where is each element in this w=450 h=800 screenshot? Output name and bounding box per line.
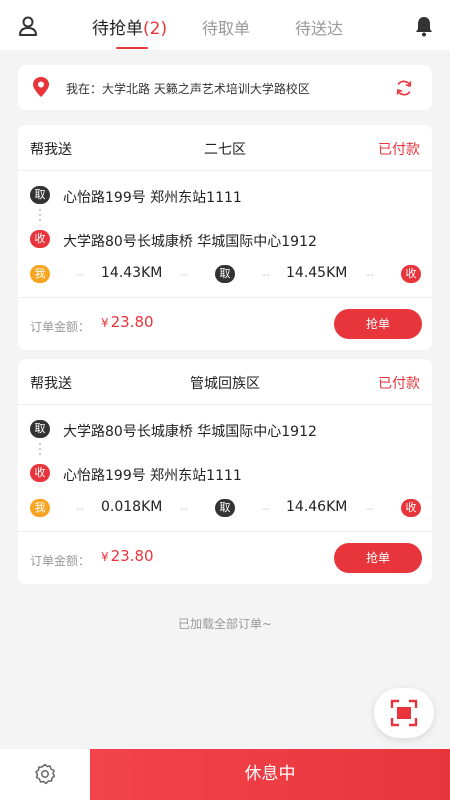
rest-status-button[interactable]: 休息中: [90, 749, 450, 800]
pickup-badge: 取: [30, 186, 50, 204]
card-divider: [18, 170, 432, 171]
tab-pending-pickup-label: 待取单: [202, 19, 251, 38]
distance-me-to-pickup: 14.43KM: [101, 265, 163, 281]
order-type: 帮我送: [30, 142, 72, 158]
currency-symbol: ¥: [101, 316, 109, 330]
dash: --: [366, 502, 374, 515]
current-location-bar: 我在：大学北路 天籁之声艺术培训大学路校区: [18, 65, 432, 110]
dash: --: [262, 502, 270, 515]
pickup-badge: 取: [30, 420, 50, 438]
tab-pending-grab-count: (2): [143, 19, 168, 39]
distance-me-to-pickup: 0.018KM: [101, 499, 163, 515]
delivery-badge: 收: [401, 265, 421, 283]
me-badge: 我: [30, 265, 50, 283]
active-tab-indicator: [116, 47, 148, 49]
user-icon[interactable]: [17, 15, 39, 37]
dash: --: [262, 268, 270, 281]
order-card[interactable]: 帮我送 管城回族区 已付款 取 大学路80号长城康桥 华城国际中心1912 收 …: [18, 359, 432, 584]
dash: --: [366, 268, 374, 281]
tab-pending-grab-label: 待抢单: [92, 19, 143, 39]
order-amount-value: 23.80: [110, 547, 154, 565]
grab-order-button[interactable]: 抢单: [334, 543, 422, 573]
dash: --: [76, 502, 84, 515]
pickup-address: 大学路80号长城康桥 华城国际中心1912: [63, 424, 317, 440]
scan-icon: [390, 699, 418, 727]
card-divider: [18, 404, 432, 405]
dash: --: [180, 502, 188, 515]
tab-pending-pickup[interactable]: 待取单: [202, 15, 250, 39]
delivery-address: 大学路80号长城康桥 华城国际中心1912: [63, 234, 317, 250]
tab-pending-grab[interactable]: 待抢单(2): [92, 14, 167, 39]
order-status: 已付款: [378, 376, 420, 392]
dash: --: [180, 268, 188, 281]
bell-icon[interactable]: [412, 14, 436, 38]
tab-pending-delivery[interactable]: 待送达: [295, 15, 343, 39]
refresh-icon[interactable]: [394, 78, 414, 98]
scan-button[interactable]: [374, 688, 434, 738]
order-card[interactable]: 帮我送 二七区 已付款 取 心怡路199号 郑州东站1111 收 大学路80号长…: [18, 125, 432, 350]
delivery-badge: 收: [30, 464, 50, 482]
order-area: 管城回族区: [190, 376, 260, 392]
currency-symbol: ¥: [101, 550, 109, 564]
route-dots: [39, 443, 41, 458]
gear-icon[interactable]: [33, 762, 57, 786]
delivery-badge: 收: [30, 230, 50, 248]
me-badge: 我: [30, 499, 50, 517]
order-amount-label: 订单金额：: [30, 320, 91, 334]
location-pin-icon: [32, 77, 50, 97]
route-dots: [39, 209, 41, 224]
pickup-address: 心怡路199号 郑州东站1111: [63, 190, 242, 206]
card-divider: [18, 297, 432, 298]
tab-pending-delivery-label: 待送达: [295, 19, 344, 38]
distance-pickup-to-delivery: 14.45KM: [286, 265, 348, 281]
distance-pickup-to-delivery: 14.46KM: [286, 499, 348, 515]
delivery-address: 心怡路199号 郑州东站1111: [63, 468, 242, 484]
order-amount: ¥23.80: [101, 313, 154, 331]
order-area: 二七区: [204, 142, 246, 158]
order-type: 帮我送: [30, 376, 72, 392]
order-amount: ¥23.80: [101, 547, 154, 565]
order-status: 已付款: [378, 142, 420, 158]
order-amount-value: 23.80: [110, 313, 154, 331]
bottom-bar: 休息中: [0, 749, 450, 800]
order-amount-label: 订单金额：: [30, 554, 91, 568]
location-text: 我在：大学北路 天籁之声艺术培训大学路校区: [66, 82, 310, 96]
all-loaded-note: 已加载全部订单~: [177, 617, 273, 631]
pickup-badge: 取: [215, 265, 235, 283]
grab-order-button[interactable]: 抢单: [334, 309, 422, 339]
top-header: 待抢单(2) 待取单 待送达: [0, 0, 450, 50]
delivery-badge: 收: [401, 499, 421, 517]
card-divider: [18, 531, 432, 532]
pickup-badge: 取: [215, 499, 235, 517]
dash: --: [76, 268, 84, 281]
